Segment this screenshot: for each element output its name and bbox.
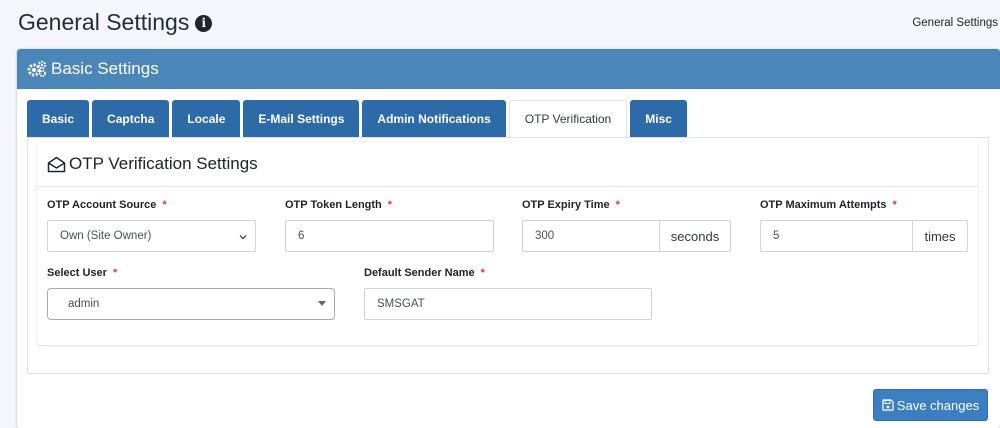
required-marker: * (615, 199, 620, 211)
required-marker: * (387, 199, 393, 211)
max-attempts-unit: times (913, 220, 968, 252)
sender-name-input[interactable]: SMSGAT (364, 288, 652, 320)
required-marker: * (480, 267, 485, 279)
page-title-text: General Settings (18, 9, 190, 35)
max-attempts-input[interactable]: 5 (760, 220, 913, 252)
card-title: Basic Settings (51, 59, 159, 78)
account-source-label: OTP Account Source * (47, 199, 167, 211)
breadcrumb[interactable]: General Settings (912, 17, 998, 29)
envelope-open-icon (47, 156, 66, 172)
chevron-down-icon (239, 235, 247, 240)
expiry-time-unit: seconds (660, 220, 731, 252)
tab-basic[interactable]: Basic (27, 100, 90, 138)
otp-tab-pane: OTP Verification Settings (27, 137, 989, 374)
caret-down-icon (318, 301, 326, 306)
account-source-select[interactable]: Own (Site Owner) (47, 220, 256, 252)
info-icon[interactable]: i (195, 15, 213, 32)
tab-misc[interactable]: Misc (630, 100, 687, 138)
required-marker: * (112, 267, 118, 279)
tab-locale[interactable]: Locale (172, 100, 241, 138)
save-icon (882, 399, 894, 411)
required-marker: * (892, 199, 897, 211)
card-header: Basic Settings (17, 49, 1000, 89)
page-title: General Settings i (18, 9, 213, 36)
select-user-dropdown[interactable]: admin (47, 288, 335, 320)
token-length-label: OTP Token Length * (285, 199, 393, 211)
required-marker: * (162, 199, 167, 211)
settings-tabs: Basic Captcha Locale E-Mail Settings Adm… (27, 100, 690, 138)
tab-email-settings[interactable]: E-Mail Settings (243, 100, 360, 138)
cogs-icon (27, 60, 47, 78)
tab-captcha[interactable]: Captcha (92, 100, 170, 138)
max-attempts-label: OTP Maximum Attempts * (760, 199, 897, 211)
tab-admin-notifications[interactable]: Admin Notifications (362, 100, 506, 138)
token-length-input[interactable]: 6 (285, 220, 494, 252)
expiry-time-label: OTP Expiry Time * (522, 199, 620, 211)
save-changes-button[interactable]: Save changes (873, 389, 988, 421)
otp-settings-title: OTP Verification Settings (69, 154, 258, 173)
expiry-time-input[interactable]: 300 (522, 220, 660, 252)
otp-settings-header: OTP Verification Settings (37, 142, 978, 187)
tab-otp-verification[interactable]: OTP Verification (508, 100, 628, 138)
select-user-label: Select User * (47, 267, 118, 279)
sender-name-label: Default Sender Name * (364, 267, 485, 279)
